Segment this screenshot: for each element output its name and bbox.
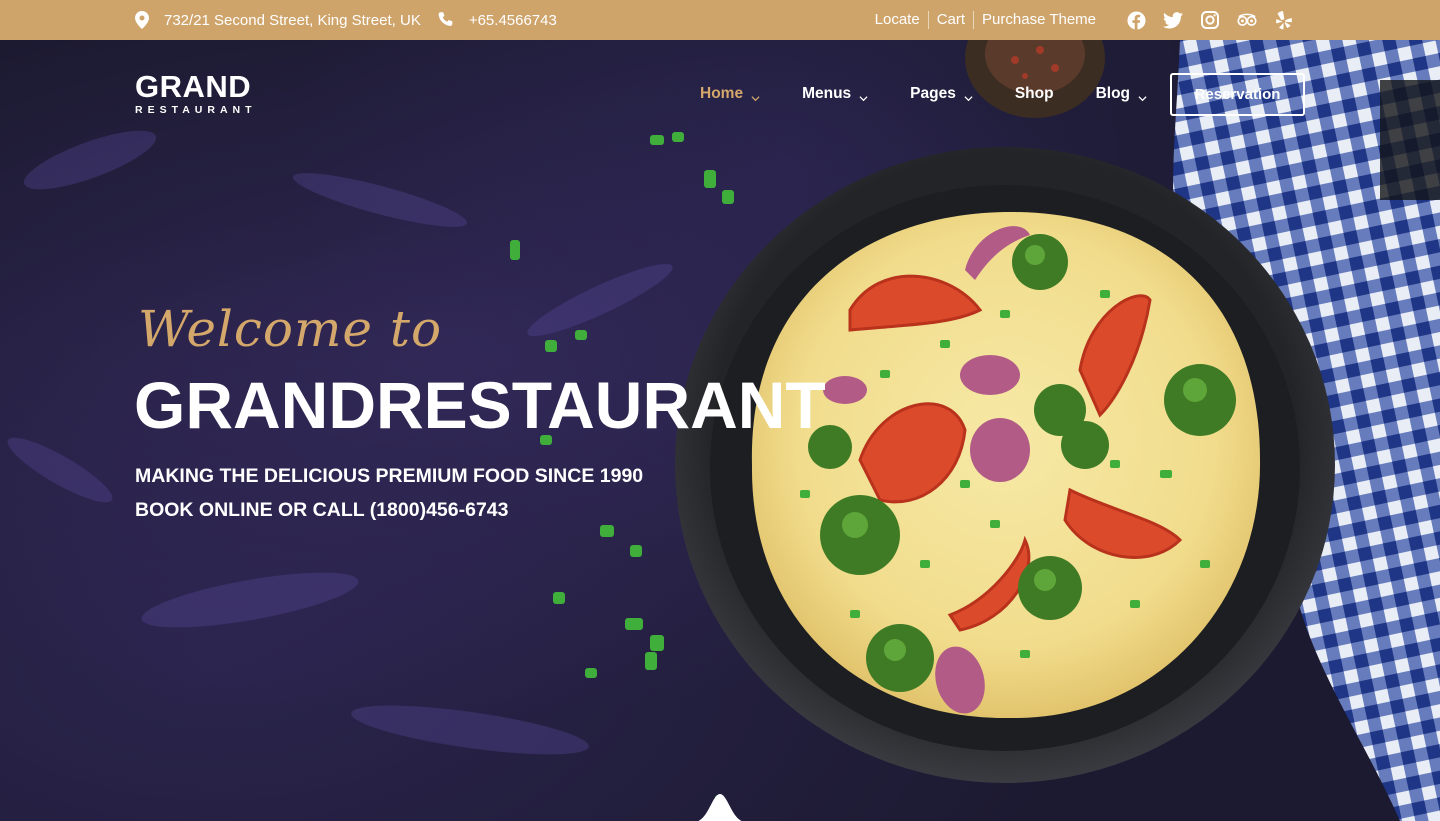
- top-info-bar: 732/21 Second Street, King Street, UK +6…: [0, 0, 1440, 40]
- nav-item-label: Shop: [1014, 85, 1054, 102]
- logo-sub-text: RESTAURANT: [135, 104, 257, 116]
- locate-link[interactable]: Locate: [867, 11, 928, 29]
- nav-item-shop[interactable]: Shop: [1015, 85, 1054, 103]
- hero-booking-line: BOOK ONLINE OR CALL (1800)456-6743: [135, 499, 509, 521]
- address-text: 732/21 Second Street, King Street, UK: [164, 11, 421, 29]
- chevron-down-icon: [1138, 90, 1147, 101]
- nav-item-label: Home: [700, 85, 744, 102]
- nav-item-label: Menus: [802, 85, 852, 102]
- nav-item-label: Pages: [910, 85, 956, 102]
- chevron-down-icon: [964, 90, 973, 101]
- phone-text[interactable]: +65.4566743: [469, 12, 557, 29]
- social-links: [1126, 10, 1294, 30]
- tripadvisor-icon[interactable]: [1237, 10, 1257, 30]
- utility-links: Locate Cart Purchase Theme: [867, 11, 1104, 29]
- chevron-down-icon: [751, 90, 760, 101]
- nav-item-label: Blog: [1095, 85, 1131, 102]
- main-nav: Home Menus Pages Shop Blog: [700, 84, 1189, 104]
- instagram-icon[interactable]: [1200, 10, 1220, 30]
- phone-icon: [437, 11, 456, 29]
- nav-item-pages[interactable]: Pages: [910, 85, 973, 103]
- twitter-icon[interactable]: [1163, 10, 1183, 30]
- nav-item-blog[interactable]: Blog: [1096, 85, 1147, 103]
- hero-tagline: MAKING THE DELICIOUS PREMIUM FOOD SINCE …: [135, 465, 644, 487]
- contact-info: 732/21 Second Street, King Street, UK +6…: [135, 0, 573, 40]
- facebook-icon[interactable]: [1126, 10, 1146, 30]
- map-pin-icon: [135, 11, 151, 29]
- yelp-icon[interactable]: [1274, 10, 1294, 30]
- cart-link[interactable]: Cart: [927, 11, 973, 29]
- scroll-down-notch[interactable]: [694, 794, 746, 821]
- nav-item-home[interactable]: Home: [700, 85, 760, 103]
- hero-section: GRAND RESTAURANT Home Menus Pages Shop B…: [0, 40, 1440, 821]
- welcome-script-text: Welcome to: [138, 300, 443, 358]
- chevron-down-icon: [859, 90, 868, 101]
- site-logo[interactable]: GRAND RESTAURANT: [135, 69, 257, 117]
- nav-item-menus[interactable]: Menus: [802, 85, 868, 103]
- reservation-button[interactable]: Reservation: [1170, 73, 1305, 116]
- topbar-right: Locate Cart Purchase Theme: [867, 0, 1294, 40]
- logo-main-text: GRAND: [135, 69, 252, 104]
- hero-headline: GRANDRESTAURANT: [134, 368, 826, 442]
- purchase-theme-link[interactable]: Purchase Theme: [973, 11, 1104, 29]
